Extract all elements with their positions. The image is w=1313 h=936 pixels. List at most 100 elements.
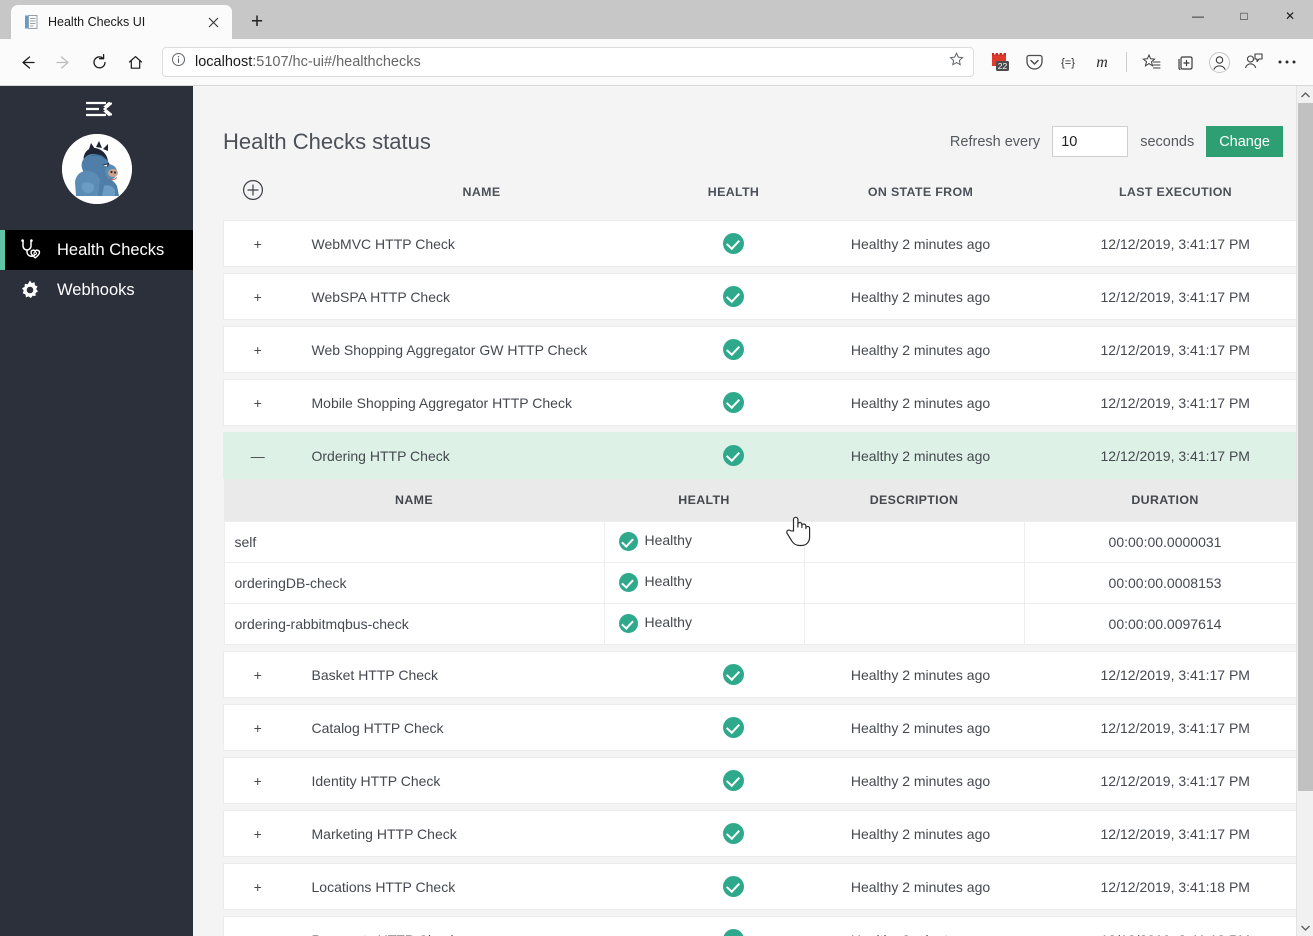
page-viewport: Health Checks Webhooks Health Checks sta… [0,86,1313,936]
table-row[interactable]: +WebMVC HTTP CheckHealthy 2 minutes ago1… [224,221,1306,267]
detail-table: NAMEHEALTHDESCRIPTIONDURATIONselfHealthy… [224,479,1307,645]
maximize-button[interactable]: □ [1221,0,1267,32]
svg-text:{=}: {=} [1061,57,1075,69]
scrollbar-thumb[interactable] [1298,103,1313,791]
healthy-check-icon [723,392,744,413]
calendar-extension-icon[interactable]: 22 [984,46,1016,78]
row-spacer [224,426,1306,433]
mendeley-extension-icon[interactable]: m [1086,46,1118,78]
pocket-extension-icon[interactable] [1018,46,1050,78]
sidebar-item-webhooks[interactable]: Webhooks [0,270,193,310]
change-button[interactable]: Change [1206,126,1283,157]
healthy-check-icon [619,532,638,551]
sidebar-item-label-webhooks: Webhooks [57,281,135,300]
row-toggle-button[interactable]: + [224,652,292,698]
address-bar[interactable]: localhost:5107/hc-ui#/healthchecks [162,47,974,77]
row-toggle-button[interactable]: — [224,433,292,479]
row-toggle-button[interactable]: + [224,274,292,320]
favorites-star-list-icon[interactable] [1135,46,1167,78]
row-on-state-from: Healthy 2 minutes ago [796,917,1046,936]
page-title: Health Checks status [223,129,950,155]
profile-avatar-icon[interactable] [1203,46,1235,78]
gear-icon [18,278,42,302]
refresh-every-label: Refresh every [950,134,1040,150]
more-ellipsis-icon[interactable] [1271,46,1303,78]
row-spacer [224,910,1306,917]
row-health [672,758,796,804]
row-name: Locations HTTP Check [292,864,672,910]
detail-header-row: NAMEHEALTHDESCRIPTIONDURATION [224,479,1306,521]
row-health [672,705,796,751]
table-row[interactable]: +Payments HTTP CheckHealthy 2 minutes ag… [224,917,1306,936]
document-icon [23,14,39,30]
table-row[interactable]: +Basket HTTP CheckHealthy 2 minutes ago1… [224,652,1306,698]
row-health [672,652,796,698]
healthy-check-icon [723,664,744,685]
healthy-check-icon [723,339,744,360]
table-row[interactable]: +Web Shopping Aggregator GW HTTP CheckHe… [224,327,1306,373]
table-row[interactable]: —Ordering HTTP CheckHealthy 2 minutes ag… [224,433,1306,479]
browser-toolbar: localhost:5107/hc-ui#/healthchecks 22 {=… [0,39,1313,86]
row-toggle-button[interactable]: + [224,811,292,857]
table-row[interactable]: +WebSPA HTTP CheckHealthy 2 minutes ago1… [224,274,1306,320]
row-health [672,274,796,320]
scrollbar-track[interactable] [1297,103,1313,919]
table-header-row: NAME HEALTH ON STATE FROM LAST EXECUTION [224,179,1306,221]
row-toggle-button[interactable]: + [224,327,292,373]
close-icon[interactable] [202,11,224,33]
back-arrow-icon[interactable] [10,45,44,79]
detail-health: Healthy [604,562,804,603]
row-toggle-button[interactable]: + [224,221,292,267]
url-host: localhost [195,54,252,70]
table-row[interactable]: +Locations HTTP CheckHealthy 2 minutes a… [224,864,1306,910]
star-icon[interactable] [948,51,965,73]
detail-row: orderingDB-checkHealthy00:00:00.0008153 [224,562,1306,603]
expand-all-icon[interactable] [224,179,292,221]
table-row[interactable]: +Marketing HTTP CheckHealthy 2 minutes a… [224,811,1306,857]
detail-column-description: DESCRIPTION [804,479,1024,521]
sidebar-item-health-checks[interactable]: Health Checks [0,230,193,270]
table-row[interactable]: +Catalog HTTP Check Healthy 2 minutes ago… [224,705,1306,751]
vertical-scrollbar[interactable] [1296,86,1313,936]
row-name: Web Shopping Aggregator GW HTTP Check [292,327,672,373]
detail-duration: 00:00:00.0008153 [1024,562,1306,603]
column-header-health: HEALTH [672,179,796,221]
browser-tab[interactable]: Health Checks UI [11,5,232,39]
healthy-check-icon [619,573,638,592]
row-spacer [224,751,1306,758]
row-toggle-button[interactable]: + [224,705,292,751]
collapse-menu-icon[interactable] [0,86,193,132]
row-health [672,917,796,936]
feedback-person-icon[interactable] [1237,46,1269,78]
table-row[interactable]: +Mobile Shopping Aggregator HTTP CheckHe… [224,380,1306,426]
table-row[interactable]: +Identity HTTP CheckHealthy 2 minutes ag… [224,758,1306,804]
row-name: Marketing HTTP Check [292,811,672,857]
refresh-icon[interactable] [82,45,116,79]
new-tab-button[interactable]: + [242,7,272,37]
equation-extension-icon[interactable]: {=} [1052,46,1084,78]
tab-title: Health Checks UI [48,15,193,29]
row-toggle-button[interactable]: + [224,380,292,426]
minimize-button[interactable]: — [1175,0,1221,32]
column-header-name: NAME [292,179,672,221]
main-content: Health Checks status Refresh every secon… [193,86,1313,936]
row-name: Catalog HTTP Check [292,705,672,751]
close-window-button[interactable]: ✕ [1267,0,1313,32]
scroll-down-icon[interactable] [1297,919,1313,936]
row-on-state-from: Healthy 2 minutes ago [796,705,1046,751]
info-icon[interactable] [171,52,186,72]
sidebar: Health Checks Webhooks [0,86,193,936]
row-toggle-button[interactable]: + [224,864,292,910]
svg-text:m: m [1096,54,1108,71]
stethoscope-heart-icon [18,238,42,262]
scroll-up-icon[interactable] [1297,86,1313,103]
row-name: Ordering HTTP Check [292,433,672,479]
row-spacer [224,857,1306,864]
row-last-execution: 12/12/2019, 3:41:17 PM [1046,652,1306,698]
row-toggle-button[interactable]: + [224,917,292,936]
healthy-check-icon [723,286,744,307]
collections-icon[interactable] [1169,46,1201,78]
row-toggle-button[interactable]: + [224,758,292,804]
refresh-interval-input[interactable] [1052,126,1128,157]
home-icon[interactable] [118,45,152,79]
